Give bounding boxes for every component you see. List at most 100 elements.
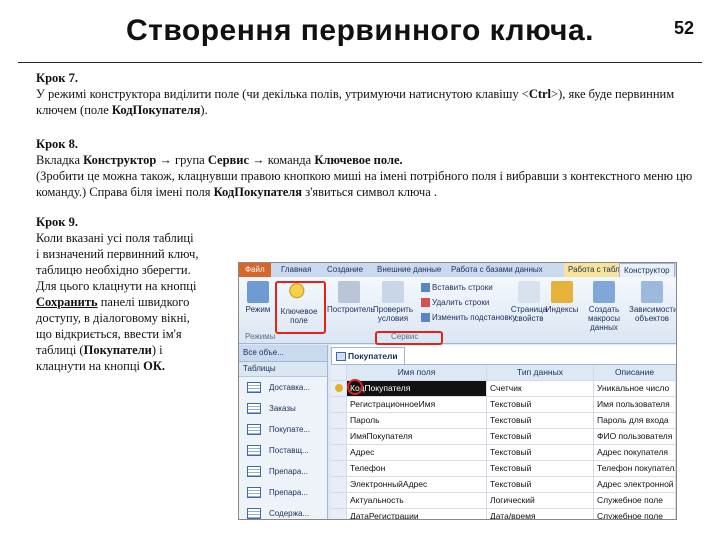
delete-rows-button[interactable]: Удалить строки	[421, 298, 489, 308]
row-selector[interactable]	[331, 413, 347, 428]
tab-file[interactable]: Файл	[239, 263, 271, 277]
modify-lookups-label: Изменить подстановку	[432, 313, 517, 322]
tab-database-tools[interactable]: Работа с базами данных	[451, 265, 543, 274]
description-cell[interactable]: Имя пользователя	[594, 397, 676, 412]
nav-item[interactable]: Доставка...	[239, 377, 327, 398]
step-9-ok: ОК.	[143, 359, 166, 373]
field-name-cell[interactable]: РегистрационноеИмя	[347, 397, 487, 412]
table-row[interactable]: ЭлектронныйАдрес Текстовый Адрес электро…	[331, 477, 676, 493]
tab-create[interactable]: Создание	[327, 265, 363, 274]
field-name-cell[interactable]: КодПокупателя	[347, 381, 487, 396]
table-row[interactable]: КодПокупателя Счетчик Уникальное число	[331, 381, 676, 397]
mode-button[interactable]: Режим	[243, 281, 273, 314]
row-selector[interactable]	[331, 477, 347, 492]
table-icon	[247, 445, 261, 457]
step-9-line: і визначений первинний ключ,	[36, 247, 199, 261]
step-7-text-a: У режимі конструктора виділити поле (чи …	[36, 87, 529, 101]
data-type-cell[interactable]: Логический	[487, 493, 594, 508]
table-row[interactable]: Телефон Текстовый Телефон покупателя	[331, 461, 676, 477]
field-name-cell[interactable]: ЭлектронныйАдрес	[347, 477, 487, 492]
column-header: Тип данных	[487, 365, 594, 380]
field-name-cell[interactable]: Телефон	[347, 461, 487, 476]
description-cell[interactable]: Служебное поле	[594, 493, 676, 508]
insert-rows-label: Вставить строки	[432, 283, 493, 292]
description-cell[interactable]: Служебное поле	[594, 509, 676, 519]
nav-item[interactable]: Содержа...	[239, 503, 327, 519]
row-selector[interactable]	[331, 381, 347, 396]
data-macros-button[interactable]: Создать макросы данных	[584, 281, 624, 332]
step-7-field: КодПокупателя	[111, 103, 201, 117]
step-9-line: Коли вказані усі поля таблиці	[36, 231, 194, 245]
field-name-cell[interactable]: Пароль	[347, 413, 487, 428]
tab-home[interactable]: Главная	[281, 265, 311, 274]
page-number: 52	[673, 18, 694, 38]
table-row[interactable]: ИмяПокупателя Текстовый ФИО пользователя	[331, 429, 676, 445]
field-name-cell[interactable]: Актуальность	[347, 493, 487, 508]
property-sheet-button[interactable]: Страница свойств	[509, 281, 549, 323]
data-type-cell[interactable]: Текстовый	[487, 445, 594, 460]
modify-lookups-button[interactable]: Изменить подстановку	[421, 313, 517, 323]
document-tab[interactable]: Покупатели	[331, 347, 405, 364]
data-type-cell[interactable]: Текстовый	[487, 461, 594, 476]
row-selector[interactable]	[331, 429, 347, 444]
column-header: Описание	[594, 365, 676, 380]
indexes-label: Индексы	[545, 305, 579, 314]
object-dependencies-button[interactable]: Зависимости объектов	[629, 281, 677, 323]
data-type-cell[interactable]: Текстовый	[487, 477, 594, 492]
view-icon	[247, 281, 269, 303]
field-name-cell[interactable]: Адрес	[347, 445, 487, 460]
nav-category[interactable]: Таблицы	[239, 362, 327, 377]
description-cell[interactable]: Уникальное число	[594, 381, 676, 396]
object-dependencies-label: Зависимости объектов	[629, 305, 677, 323]
data-type-cell[interactable]: Счетчик	[487, 381, 594, 396]
nav-item[interactable]: Препара...	[239, 461, 327, 482]
description-cell[interactable]: Адрес электронной	[594, 477, 676, 492]
row-selector[interactable]	[331, 509, 347, 519]
row-selector[interactable]	[331, 445, 347, 460]
mode-label: Режим	[245, 305, 271, 314]
row-selector-header	[331, 365, 347, 380]
table-icon	[247, 466, 261, 478]
table-row[interactable]: РегистрационноеИмя Текстовый Имя пользов…	[331, 397, 676, 413]
nav-item[interactable]: Заказы	[239, 398, 327, 419]
table-row[interactable]: Актуальность Логический Служебное поле	[331, 493, 676, 509]
data-macros-label: Создать макросы данных	[587, 305, 621, 332]
step-8-heading: Крок 8.	[36, 137, 78, 151]
insert-rows-icon	[421, 283, 430, 293]
step-9-line: доступу, в діалоговому вікні,	[36, 311, 190, 325]
table-row[interactable]: ДатаРегистрации Дата/время Служебное пол…	[331, 509, 676, 519]
insert-rows-button[interactable]: Вставить строки	[421, 283, 493, 293]
step-9-line: що відкриється, ввести ім'я	[36, 327, 182, 341]
tab-external-data[interactable]: Внешние данные	[377, 265, 441, 274]
data-type-cell[interactable]: Текстовый	[487, 429, 594, 444]
data-type-cell[interactable]: Текстовый	[487, 413, 594, 428]
table-icon	[247, 382, 261, 394]
check-rules-button[interactable]: Проверить условия	[373, 281, 413, 323]
nav-header[interactable]: Все объе...	[239, 345, 327, 362]
nav-item[interactable]: Препара...	[239, 482, 327, 503]
row-selector[interactable]	[331, 493, 347, 508]
step-9-text-d: таблиці (	[36, 343, 84, 357]
tab-design[interactable]: Конструктор	[619, 263, 675, 278]
data-type-cell[interactable]: Текстовый	[487, 397, 594, 412]
check-icon	[382, 281, 404, 303]
nav-item-label: Покупате...	[269, 425, 311, 434]
column-header: Имя поля	[347, 365, 487, 380]
field-name-cell[interactable]: ДатаРегистрации	[347, 509, 487, 519]
group-modes-label: Режимы	[245, 332, 276, 341]
builder-button[interactable]: Построитель	[327, 281, 375, 314]
description-cell[interactable]: Пароль для входа	[594, 413, 676, 428]
data-type-cell[interactable]: Дата/время	[487, 509, 594, 519]
nav-item[interactable]: Поставщ...	[239, 440, 327, 461]
description-cell[interactable]: ФИО пользователя	[594, 429, 676, 444]
description-cell[interactable]: Адрес покупателя	[594, 445, 676, 460]
description-cell[interactable]: Телефон покупателя	[594, 461, 676, 476]
row-selector[interactable]	[331, 397, 347, 412]
table-row[interactable]: Адрес Текстовый Адрес покупателя	[331, 445, 676, 461]
indexes-button[interactable]: Индексы	[545, 281, 579, 314]
field-name-cell[interactable]: ИмяПокупателя	[347, 429, 487, 444]
table-row[interactable]: Пароль Текстовый Пароль для входа	[331, 413, 676, 429]
step-9-text-f: клацнути на кнопці	[36, 359, 144, 373]
row-selector[interactable]	[331, 461, 347, 476]
nav-item[interactable]: Покупате...	[239, 419, 327, 440]
